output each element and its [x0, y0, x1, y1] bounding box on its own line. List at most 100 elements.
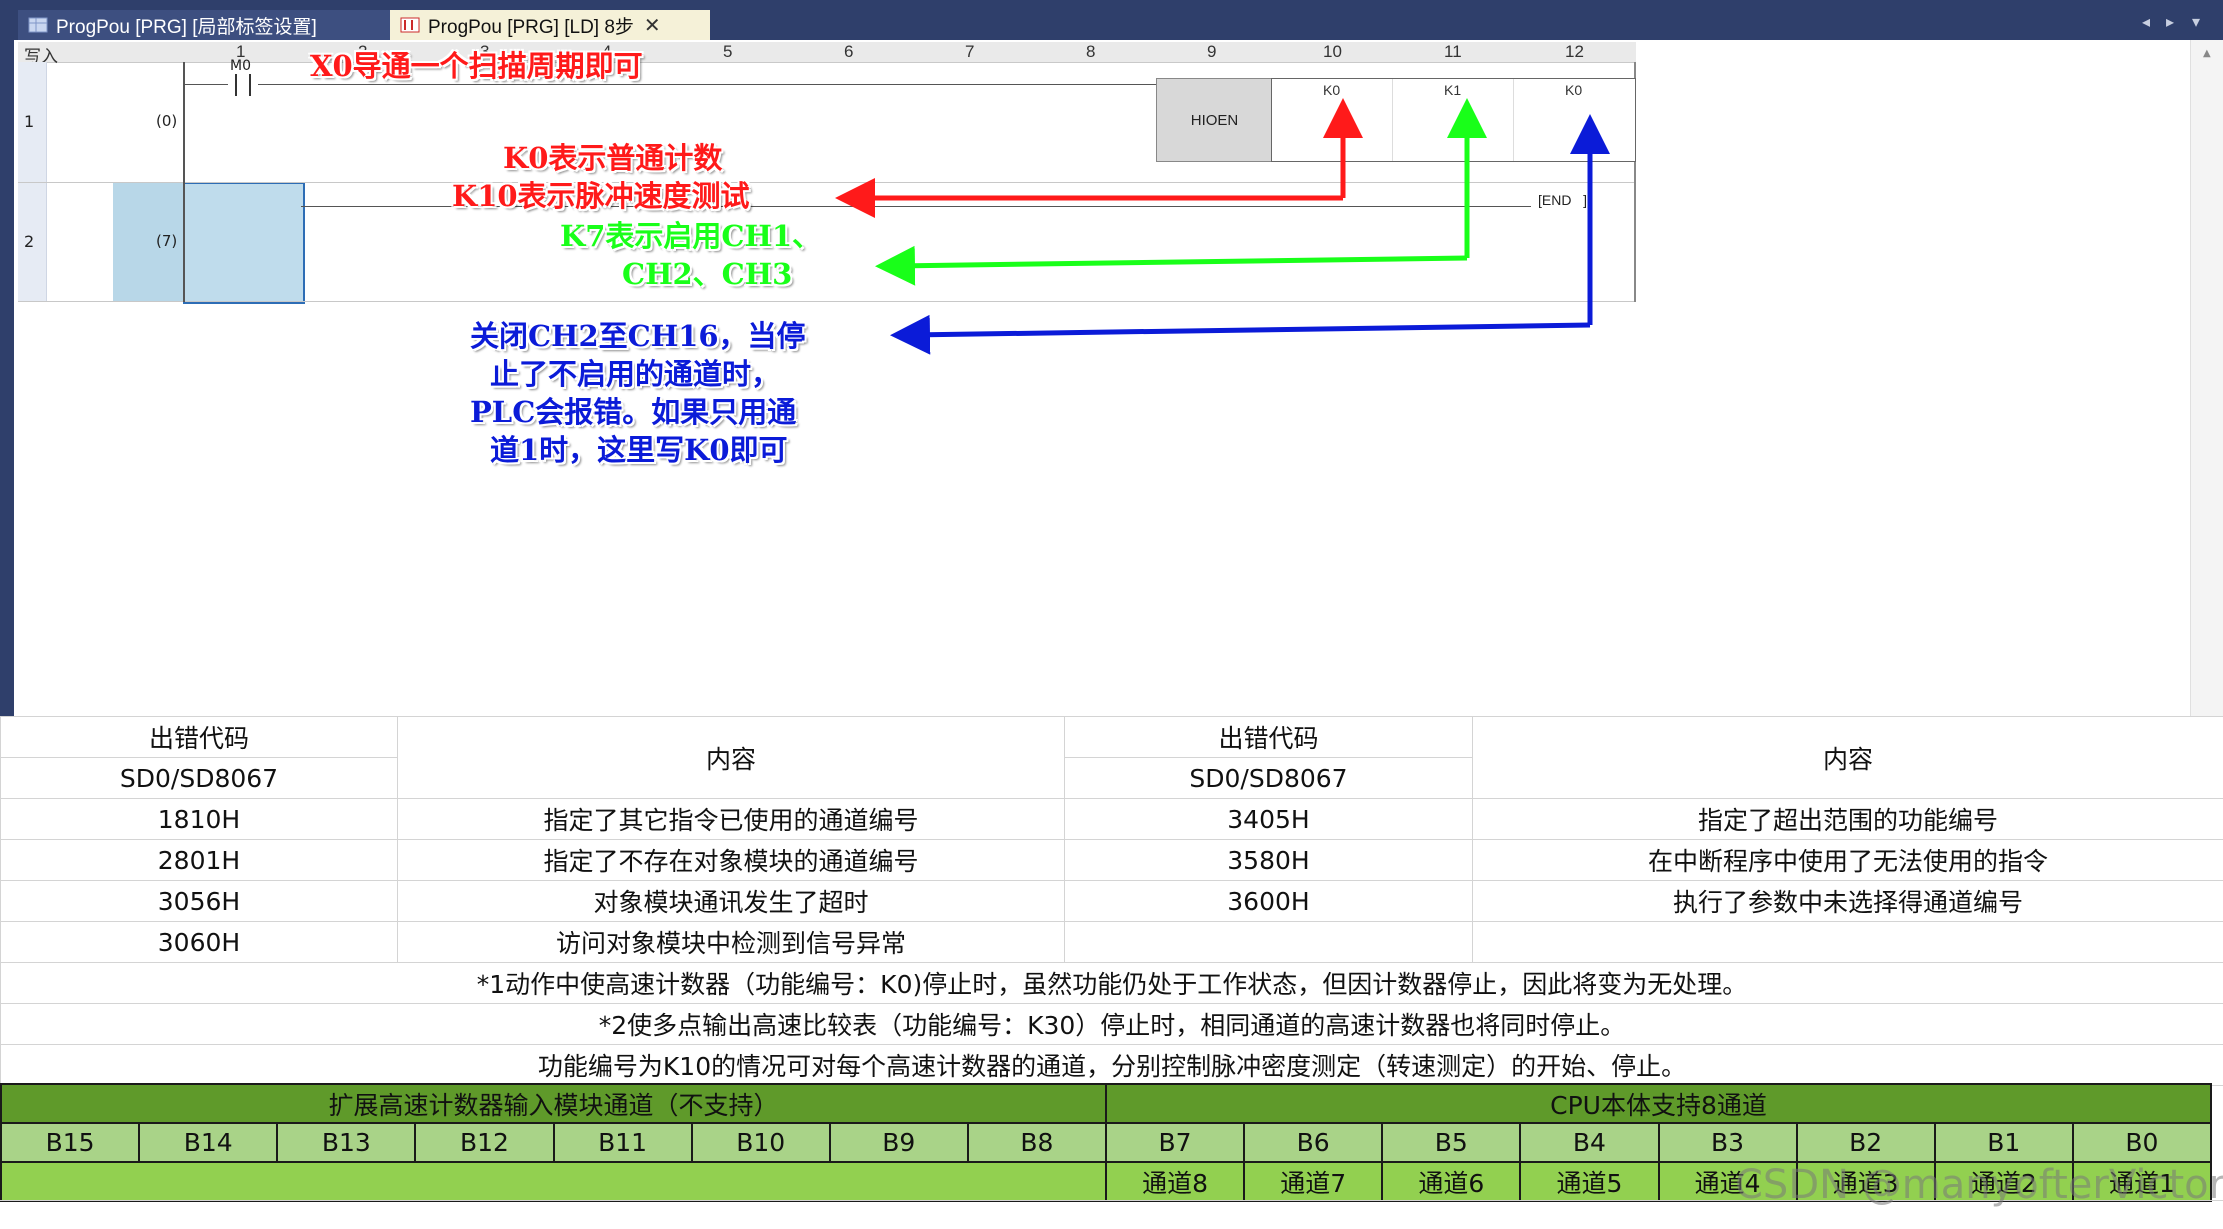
- error-description: 指定了不存在对象模块的通道编号: [398, 840, 1065, 881]
- bit-cell: B2: [1797, 1123, 1935, 1162]
- column-number: 7: [965, 42, 974, 62]
- row-number: 2: [24, 232, 34, 251]
- tab-ladder[interactable]: ProgPou [PRG] [LD] 8步 ✕: [390, 10, 710, 40]
- step-number: (0): [156, 112, 177, 130]
- column-number: 12: [1565, 42, 1584, 62]
- left-border: [0, 40, 14, 717]
- ladder-icon: [400, 16, 420, 34]
- contact-icon[interactable]: [228, 74, 258, 96]
- footnote: 功能编号为K10的情况可对每个高速计数器的通道，分别控制脉冲密度测定（转速测定）…: [1, 1045, 2223, 1086]
- column-number: 8: [1086, 42, 1095, 62]
- channel-cell: 通道7: [1244, 1162, 1382, 1201]
- error-description: [1473, 922, 2223, 963]
- operand-value: K0: [1323, 82, 1340, 98]
- dropdown-icon[interactable]: ▾: [2192, 12, 2200, 31]
- table-row: 1810H 指定了其它指令已使用的通道编号 3405H 指定了超出范围的功能编号: [1, 799, 2223, 840]
- bit-cell: B0: [2073, 1123, 2211, 1162]
- bit-cell: B4: [1520, 1123, 1658, 1162]
- bit-cell: B15: [1, 1123, 139, 1162]
- operand-value: K0: [1565, 82, 1582, 98]
- column-number: 6: [844, 42, 853, 62]
- left-power-rail: [183, 62, 185, 302]
- header-register: SD0/SD8067: [1, 758, 398, 799]
- annotation-close-line3: PLC会报错。如果只用通: [470, 394, 796, 430]
- error-description: 访问对象模块中检测到信号异常: [398, 922, 1065, 963]
- vertical-scrollbar[interactable]: ▲: [2190, 40, 2223, 717]
- error-description: 指定了其它指令已使用的通道编号: [398, 799, 1065, 840]
- channel-cell: 通道5: [1520, 1162, 1658, 1201]
- error-code: 1810H: [1, 799, 398, 840]
- tab-local-label-settings[interactable]: ProgPou [PRG] [局部标签设置]: [18, 10, 393, 40]
- bit-cell: B5: [1382, 1123, 1520, 1162]
- header-content: 内容: [1473, 717, 2223, 799]
- annotation-close-line1: 关闭CH2至CH16，当停: [470, 318, 806, 354]
- bit-cell: B3: [1659, 1123, 1797, 1162]
- annotation-k0-line2: K10表示脉冲速度测试: [452, 178, 750, 214]
- bit-cell: B8: [968, 1123, 1106, 1162]
- contact-label: M0: [230, 58, 251, 74]
- bit-cell: B9: [830, 1123, 968, 1162]
- column-number: 10: [1323, 42, 1342, 62]
- error-code: [1065, 922, 1473, 963]
- annotation-close-line4: 道1时，这里写K0即可: [490, 432, 788, 468]
- error-code: 2801H: [1, 840, 398, 881]
- error-code: 3056H: [1, 881, 398, 922]
- bit-cell: B12: [415, 1123, 553, 1162]
- plc-editor-window: ProgPou [PRG] [局部标签设置] ProgPou [PRG] [LD…: [0, 0, 2223, 717]
- scroll-up-icon[interactable]: ▲: [2203, 48, 2211, 59]
- header-content: 内容: [398, 717, 1065, 799]
- ext-channels-empty: [1, 1162, 1106, 1201]
- bit-cell: B14: [139, 1123, 277, 1162]
- row-number: 1: [24, 112, 34, 131]
- error-code: 3405H: [1065, 799, 1473, 840]
- table-row: 3056H 对象模块通讯发生了超时 3600H 执行了参数中未选择得通道编号: [1, 881, 2223, 922]
- bit-cell: B13: [277, 1123, 415, 1162]
- tab-label: ProgPou [PRG] [局部标签设置]: [56, 12, 317, 39]
- error-description: 指定了超出范围的功能编号: [1473, 799, 2223, 840]
- annotation-k7-line1: K7表示启用CH1、: [560, 218, 821, 254]
- error-code-table: 出错代码 内容 出错代码 内容 SD0/SD8067 SD0/SD8067 18…: [0, 716, 2223, 1086]
- bit-cell: B11: [554, 1123, 692, 1162]
- watermark: CSDN @manyofterVictory: [1735, 1162, 2223, 1208]
- channel-cell: 通道8: [1106, 1162, 1244, 1201]
- error-code: 3600H: [1065, 881, 1473, 922]
- bit-cell: B7: [1106, 1123, 1244, 1162]
- annotation-k7-line2: CH2、CH3: [622, 256, 792, 292]
- end-label: END: [1542, 192, 1572, 208]
- scroll-right-icon[interactable]: ▸: [2166, 12, 2174, 31]
- row-divider: [18, 182, 1636, 183]
- bit-cell: B10: [692, 1123, 830, 1162]
- annotation-x0: X0导通一个扫描周期即可: [310, 48, 643, 84]
- step-number: (7): [156, 232, 177, 250]
- channel-cell: 通道6: [1382, 1162, 1520, 1201]
- header-register: SD0/SD8067: [1065, 758, 1473, 799]
- operand-divider: [1392, 79, 1393, 161]
- operand-divider: [1513, 79, 1514, 161]
- close-icon[interactable]: ✕: [644, 13, 661, 38]
- error-description: 在中断程序中使用了无法使用的指令: [1473, 840, 2223, 881]
- tab-bar: ProgPou [PRG] [局部标签设置] ProgPou [PRG] [LD…: [0, 0, 2223, 40]
- rung-wire: [183, 84, 1156, 85]
- footnote: *1动作中使高速计数器（功能编号：K0)停止时，虽然功能仍处于工作状态，但因计数…: [1, 963, 2223, 1004]
- column-number: 11: [1444, 42, 1462, 62]
- header-error-code: 出错代码: [1065, 717, 1473, 758]
- annotation-k0-line1: K0表示普通计数: [503, 140, 722, 176]
- cursor-selection[interactable]: [183, 182, 305, 304]
- blue-arrow: [910, 325, 1590, 335]
- error-code: 3580H: [1065, 840, 1473, 881]
- tab-label: ProgPou [PRG] [LD] 8步: [428, 12, 634, 39]
- cpu-channels-header: CPU本体支持8通道: [1106, 1084, 2211, 1123]
- error-description: 执行了参数中未选择得通道编号: [1473, 881, 2223, 922]
- column-number: 5: [723, 42, 732, 62]
- operand-value: K1: [1444, 82, 1461, 98]
- error-code: 3060H: [1, 922, 398, 963]
- ext-module-header: 扩展高速计数器输入模块通道（不支持）: [1, 1084, 1106, 1123]
- table-icon: [28, 16, 48, 34]
- instruction-name[interactable]: HIOEN: [1156, 78, 1273, 162]
- annotation-close-line2: 止了不启用的通道时，: [490, 356, 780, 392]
- error-description: 对象模块通讯发生了超时: [398, 881, 1065, 922]
- footnote: *2使多点输出高速比较表（功能编号：K30）停止时，相同通道的高速计数器也将同时…: [1, 1004, 2223, 1045]
- end-instruction[interactable]: [END ]: [1538, 192, 1587, 208]
- ladder-diagram[interactable]: 写入 1 2 3 4 5 6 7 8 9 10 11 12 1 2 (0) (7…: [18, 42, 1636, 302]
- scroll-left-icon[interactable]: ◂: [2142, 12, 2150, 31]
